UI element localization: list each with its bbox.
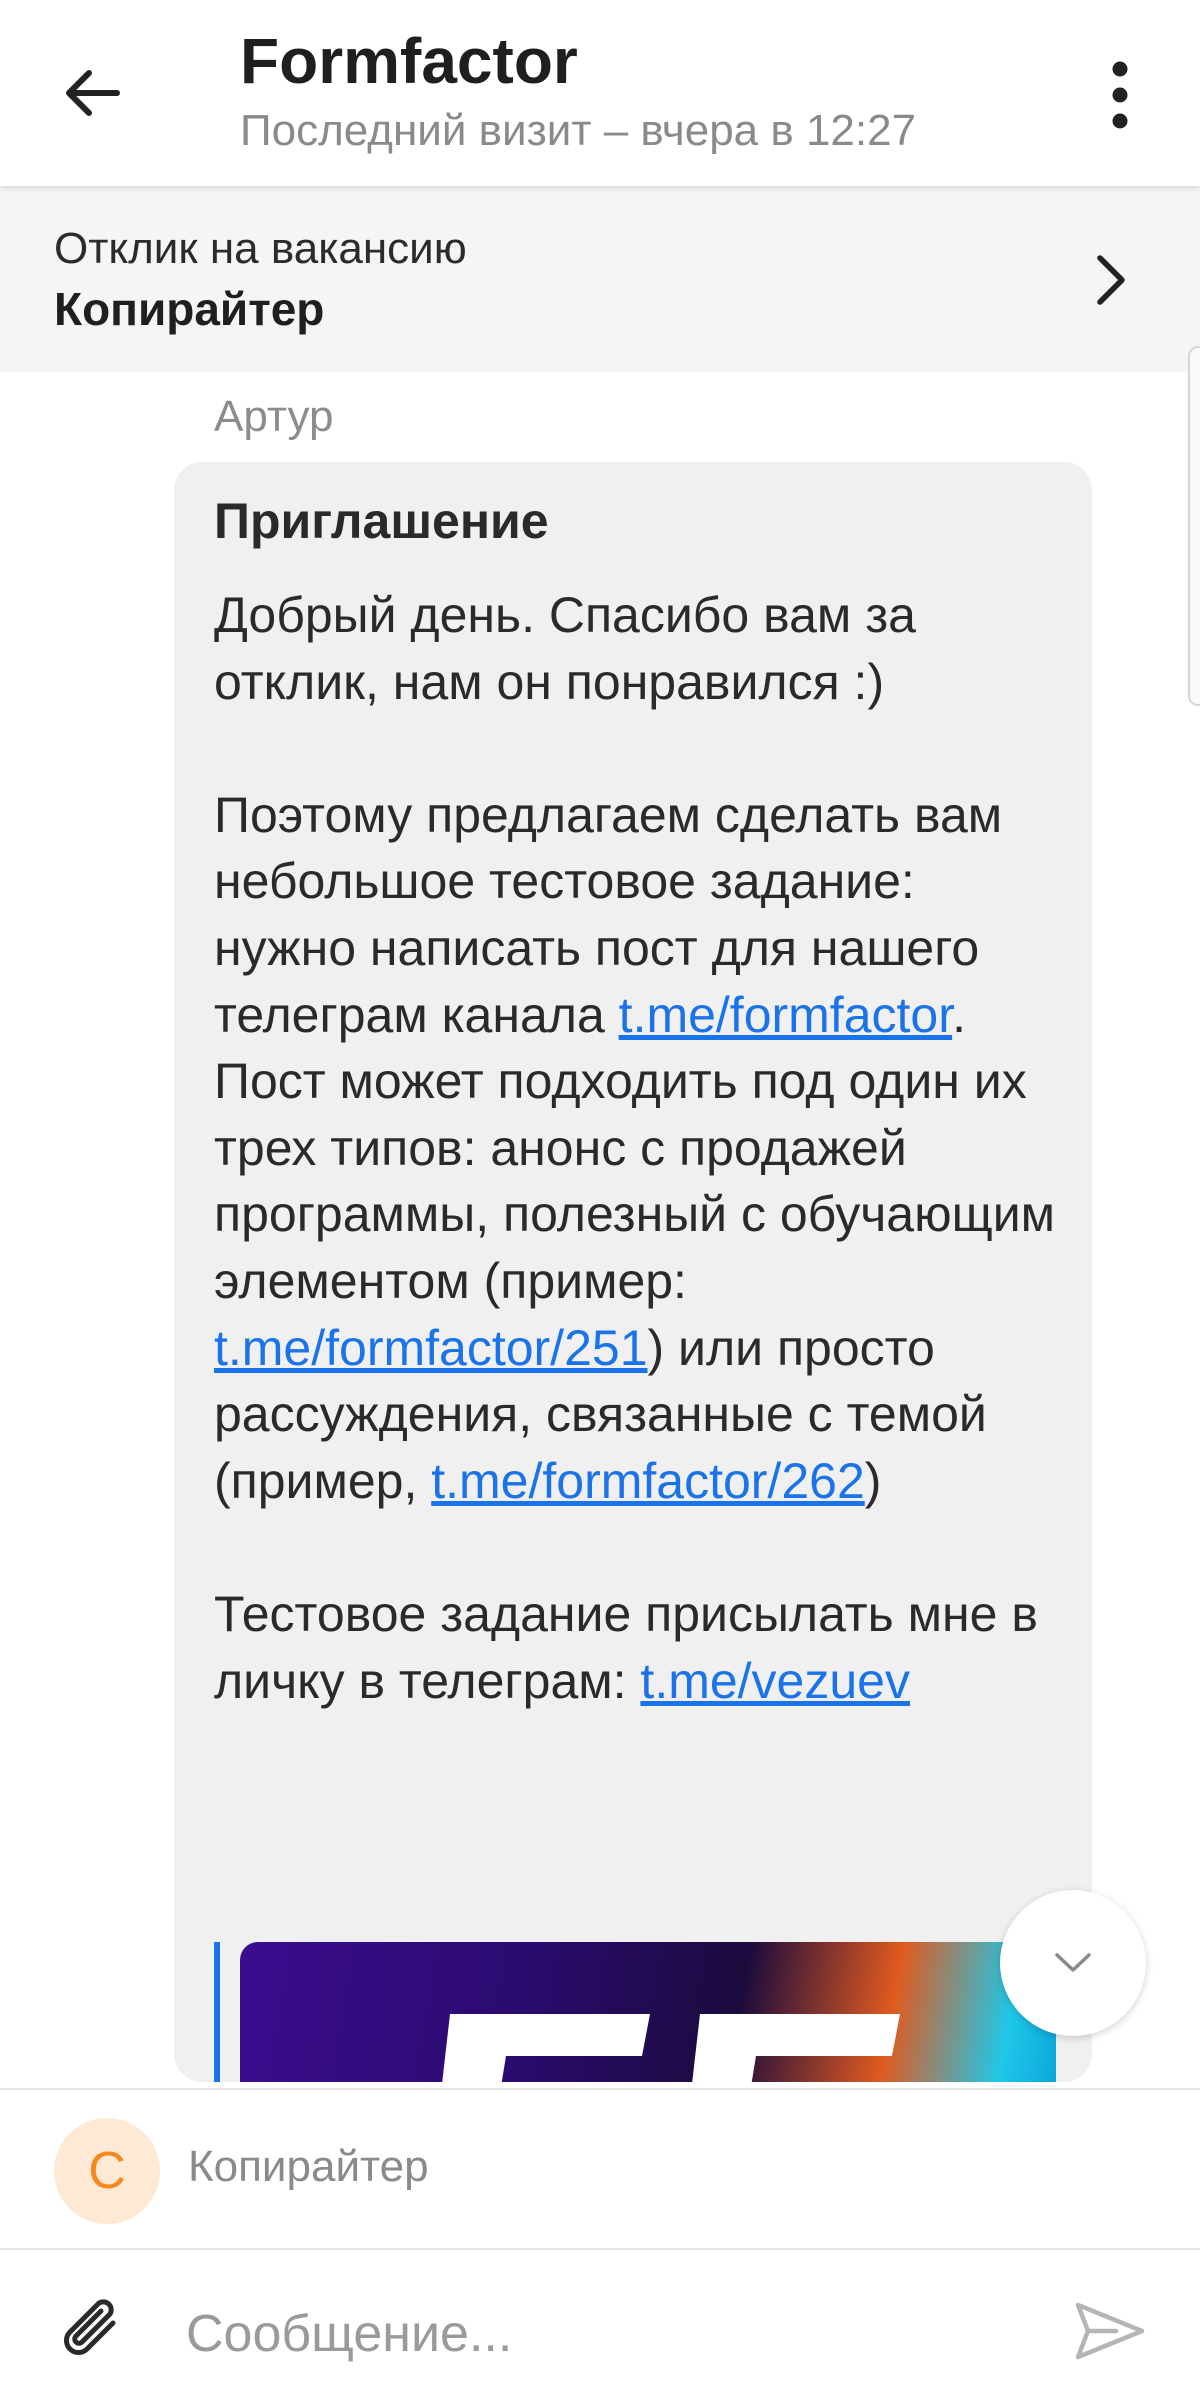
example-link-251[interactable]: t.me/formfactor/251 xyxy=(214,1320,648,1376)
link-preview[interactable] xyxy=(214,1942,1056,2082)
message-body: Добрый день. Спасибо вам за отклик, нам … xyxy=(214,582,1064,1714)
paperclip-icon xyxy=(64,2299,116,2355)
chat-header: Formfactor Последний визит – вчера в 12:… xyxy=(0,0,1200,186)
message-composer xyxy=(0,2248,1200,2408)
chevron-right-icon xyxy=(1097,255,1125,305)
message-input[interactable] xyxy=(186,2294,986,2374)
message-text: Тестовое задание присылать мне в личку в… xyxy=(214,1585,1038,1709)
send-icon xyxy=(1075,2302,1145,2360)
message-paragraph: Тестовое задание присылать мне в личку в… xyxy=(214,1581,1064,1714)
message-sender: Артур xyxy=(214,392,334,441)
preview-image xyxy=(240,1942,1056,2082)
message-paragraph: Добрый день. Спасибо вам за отклик, нам … xyxy=(214,587,916,710)
attach-button[interactable] xyxy=(48,2286,138,2376)
vacancy-chip-row[interactable]: С Копирайтер xyxy=(0,2088,1200,2248)
message-bubble: Приглашение Добрый день. Спасибо вам за … xyxy=(174,462,1092,2082)
more-options-button[interactable] xyxy=(1080,50,1160,140)
arrow-left-icon xyxy=(66,70,120,116)
chat-title[interactable]: Formfactor xyxy=(240,24,578,98)
contact-link[interactable]: t.me/vezuev xyxy=(640,1653,910,1709)
last-seen-status: Последний визит – вчера в 12:27 xyxy=(240,106,917,155)
formfactor-logo-icon xyxy=(442,2014,900,2082)
scroll-down-button[interactable] xyxy=(1000,1890,1146,2036)
send-button[interactable] xyxy=(1060,2286,1160,2376)
message-title: Приглашение xyxy=(214,493,549,549)
back-button[interactable] xyxy=(48,48,138,138)
message-paragraph: Поэтому предлагаем сделать вам небольшое… xyxy=(214,782,1064,1515)
scrollbar[interactable] xyxy=(1188,346,1200,706)
vacancy-banner-label: Отклик на вакансию xyxy=(54,224,467,273)
more-vertical-icon xyxy=(1112,61,1128,129)
message-text: ) xyxy=(864,1452,882,1509)
preview-accent-bar xyxy=(214,1942,220,2082)
vacancy-name: Копирайтер xyxy=(54,283,325,335)
vacancy-banner[interactable]: Отклик на вакансию Копирайтер xyxy=(0,186,1200,372)
vacancy-chip-label: Копирайтер xyxy=(188,2142,429,2191)
chevron-down-icon xyxy=(1055,1953,1091,1972)
avatar: С xyxy=(54,2118,160,2224)
channel-link[interactable]: t.me/formfactor xyxy=(619,987,952,1043)
example-link-262[interactable]: t.me/formfactor/262 xyxy=(431,1453,865,1509)
